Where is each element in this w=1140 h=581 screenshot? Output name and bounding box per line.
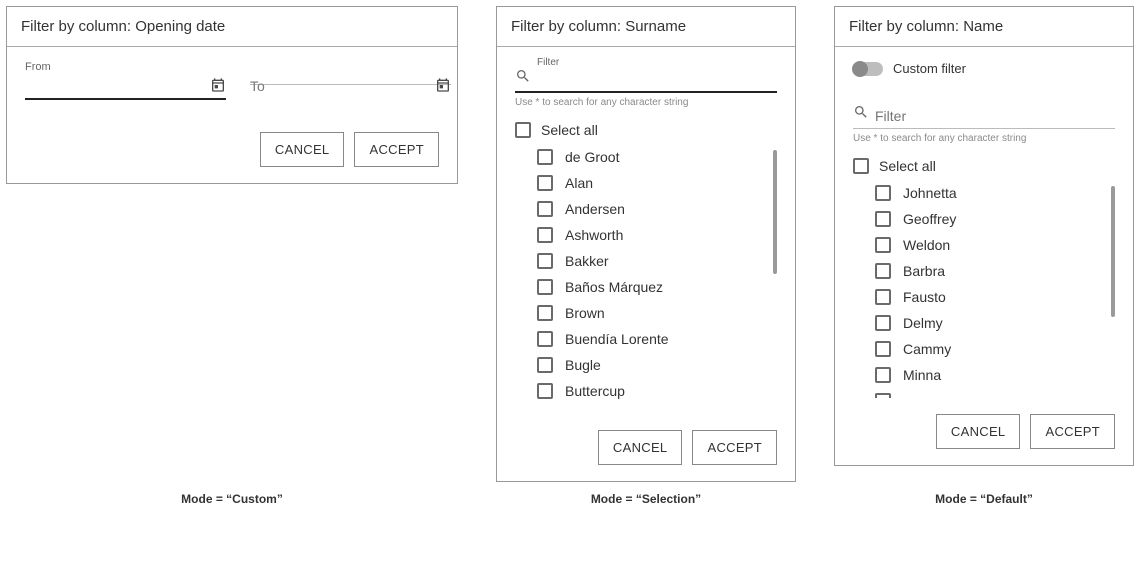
name-list: Johnetta Geoffrey Weldon Barbra Fausto D… [853,180,1115,398]
item-checkbox[interactable] [537,201,553,217]
list-item[interactable]: Delmy [875,310,1115,336]
list-item[interactable] [875,388,1115,398]
item-label: Ashworth [565,227,623,243]
item-checkbox[interactable] [875,315,891,331]
item-label: Johnetta [903,185,957,201]
select-all-checkbox[interactable] [853,158,869,174]
filter-hint: Use * to search for any character string [515,97,777,108]
to-date-field[interactable]: To [250,61,451,100]
item-checkbox[interactable] [875,367,891,383]
accept-button[interactable]: ACCEPT [354,132,439,167]
panel3-caption: Mode = “Default” [834,492,1134,506]
item-label: Andersen [565,201,625,217]
item-label: Bugle [565,357,601,373]
item-checkbox[interactable] [875,263,891,279]
item-checkbox[interactable] [875,341,891,357]
item-checkbox[interactable] [875,393,891,398]
item-label: Fausto [903,289,946,305]
scrollbar[interactable] [1111,186,1115,317]
list-item[interactable]: Weldon [875,232,1115,258]
panel-title: Filter by column: Surname [497,7,795,47]
filter-hint: Use * to search for any character string [853,133,1115,144]
item-checkbox[interactable] [875,289,891,305]
list-item[interactable]: Bugle [537,352,777,378]
item-label: Weldon [903,237,950,253]
calendar-icon[interactable] [435,77,451,96]
from-date-field[interactable]: From [25,61,226,100]
item-checkbox[interactable] [537,305,553,321]
item-label: Barbra [903,263,945,279]
list-item[interactable]: Baños Márquez [537,274,777,300]
cancel-button[interactable]: CANCEL [936,414,1021,449]
item-label: Cammy [903,341,951,357]
select-all-row[interactable]: Select all [853,158,1115,174]
filter-panel-name: Filter by column: Name Custom filter Use… [834,6,1134,466]
item-label: Bakker [565,253,609,269]
item-label: Geoffrey [903,211,956,227]
select-all-label: Select all [541,122,598,138]
item-label: Baños Márquez [565,279,663,295]
calendar-icon[interactable] [210,77,226,96]
item-checkbox[interactable] [875,237,891,253]
custom-filter-toggle[interactable] [853,62,883,76]
list-item[interactable]: Ashworth [537,222,777,248]
list-item[interactable]: de Groot [537,144,777,170]
item-checkbox[interactable] [537,175,553,191]
panel-title: Filter by column: Opening date [7,7,457,47]
list-item[interactable]: Geoffrey [875,206,1115,232]
item-label: Brown [565,305,605,321]
cancel-button[interactable]: CANCEL [598,430,683,465]
item-checkbox[interactable] [537,357,553,373]
list-item[interactable]: Fausto [875,284,1115,310]
item-checkbox[interactable] [537,331,553,347]
list-item[interactable]: Barbra [875,258,1115,284]
panel2-caption: Mode = “Selection” [496,492,796,506]
filter-label: Filter [537,57,559,68]
select-all-label: Select all [879,158,936,174]
item-label: Alan [565,175,593,191]
item-checkbox[interactable] [875,185,891,201]
list-item[interactable]: Johnetta [875,180,1115,206]
panel1-caption: Mode = “Custom” [6,492,458,506]
item-checkbox[interactable] [537,227,553,243]
to-date-input[interactable] [250,61,451,85]
list-item[interactable]: Cammy [875,336,1115,362]
item-checkbox[interactable] [537,383,553,399]
item-label: Buendía Lorente [565,331,669,347]
filter-panel-surname: Filter by column: Surname Filter Use * t… [496,6,796,482]
list-item[interactable]: Alan [537,170,777,196]
select-all-checkbox[interactable] [515,122,531,138]
list-item[interactable]: Buttercup [537,378,777,404]
accept-button[interactable]: ACCEPT [1030,414,1115,449]
panel-title: Filter by column: Name [835,7,1133,47]
filter-panel-opening-date: Filter by column: Opening date From To [6,6,458,184]
list-item[interactable]: Minna [875,362,1115,388]
item-checkbox[interactable] [537,149,553,165]
item-checkbox[interactable] [875,211,891,227]
scrollbar[interactable] [773,150,777,274]
search-icon [515,68,531,87]
from-date-input[interactable] [25,75,226,100]
list-item[interactable]: Bakker [537,248,777,274]
cancel-button[interactable]: CANCEL [260,132,345,167]
item-checkbox[interactable] [537,253,553,269]
from-label: From [25,61,226,73]
select-all-row[interactable]: Select all [515,122,777,138]
filter-input[interactable] [853,98,1115,129]
list-item[interactable]: Brown [537,300,777,326]
item-label: de Groot [565,149,619,165]
accept-button[interactable]: ACCEPT [692,430,777,465]
custom-filter-label: Custom filter [893,61,966,76]
item-label: Buttercup [565,383,625,399]
search-icon [853,104,869,123]
item-label: Delmy [903,315,943,331]
list-item[interactable]: Buendía Lorente [537,326,777,352]
item-checkbox[interactable] [537,279,553,295]
surname-list: de Groot Alan Andersen Ashworth Bakker B… [515,144,777,404]
list-item[interactable]: Andersen [537,196,777,222]
item-label: Minna [903,367,941,383]
